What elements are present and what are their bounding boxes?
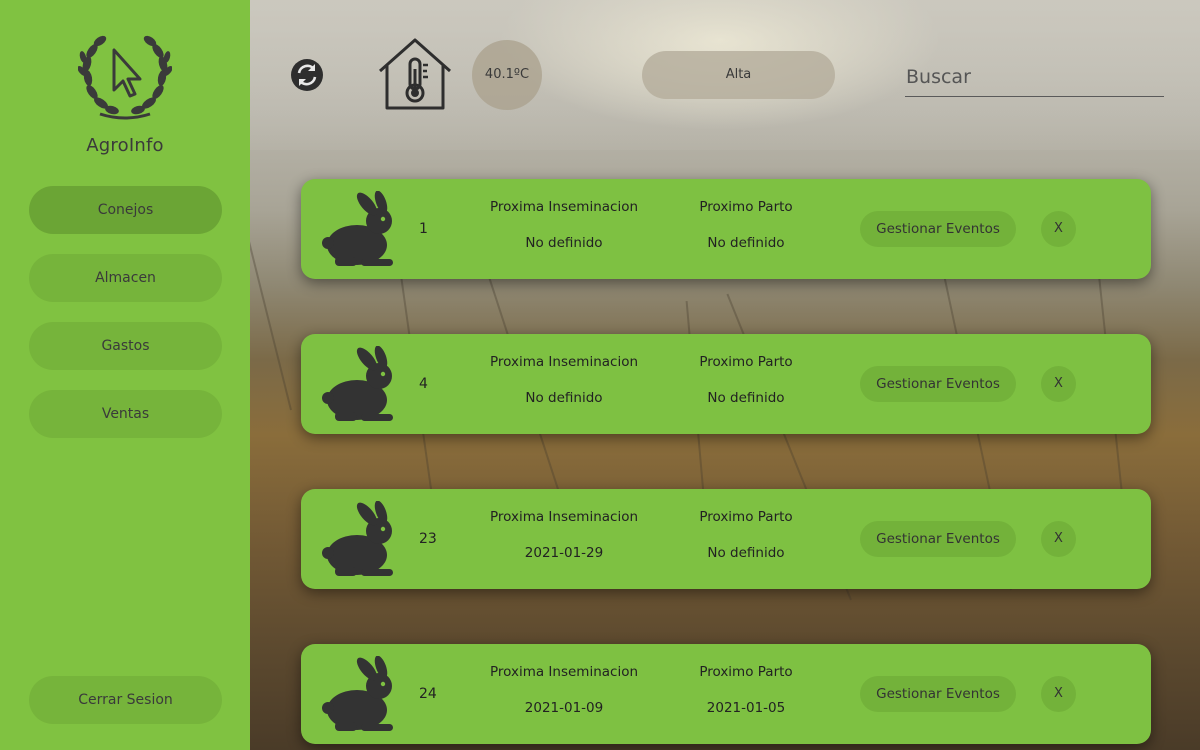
insemination-value: 2021-01-29 [524,545,604,561]
rabbit-id: 1 [419,221,428,237]
delete-button[interactable]: X [1041,211,1076,247]
rabbit-icon [322,501,393,576]
insemination-header: Proxima Inseminacion [489,664,639,680]
manage-events-button[interactable]: Gestionar Eventos [860,366,1016,402]
logout-button[interactable]: Cerrar Sesion [29,676,222,724]
rabbit-card: 24 Proxima Inseminacion 2021-01-09 Proxi… [301,644,1151,744]
rabbit-card: 4 Proxima Inseminacion No definido Proxi… [301,334,1151,434]
laurel-cursor-icon [78,35,172,120]
sidebar-item-gastos[interactable]: Gastos [29,322,222,370]
level-indicator[interactable]: Alta [642,51,835,99]
birth-header: Proximo Parto [699,354,793,370]
sidebar-item-almacen[interactable]: Almacen [29,254,222,302]
rabbit-id: 24 [419,686,437,702]
insemination-header: Proxima Inseminacion [489,199,639,215]
insemination-value: No definido [525,235,603,251]
manage-events-button[interactable]: Gestionar Eventos [860,211,1016,247]
birth-value: No definido [707,545,785,561]
birth-header: Proximo Parto [699,664,793,680]
rabbit-icon [322,656,393,731]
sidebar-item-conejos[interactable]: Conejos [29,186,222,234]
sidebar: AgroInfo Conejos Almacen Gastos Ventas C… [0,0,250,750]
rabbit-id: 4 [419,376,428,392]
rabbit-id: 23 [419,531,437,547]
wheat-stalk [250,157,292,411]
house-thermometer-icon [379,38,451,110]
rabbit-card: 23 Proxima Inseminacion 2021-01-29 Proxi… [301,489,1151,589]
birth-value: No definido [707,390,785,406]
insemination-header: Proxima Inseminacion [489,354,639,370]
rabbit-icon [322,346,393,421]
birth-header: Proximo Parto [699,509,793,525]
birth-value: No definido [707,235,785,251]
sidebar-item-ventas[interactable]: Ventas [29,390,222,438]
insemination-header: Proxima Inseminacion [489,509,639,525]
refresh-icon[interactable] [290,58,324,92]
search-input[interactable] [905,58,1164,97]
insemination-value: No definido [525,390,603,406]
temperature-readout: 40.1ºC [472,40,542,110]
delete-button[interactable]: X [1041,521,1076,557]
insemination-value: 2021-01-09 [524,700,604,716]
app-name: AgroInfo [86,135,164,156]
rabbit-card: 1 Proxima Inseminacion No definido Proxi… [301,179,1151,279]
manage-events-button[interactable]: Gestionar Eventos [860,676,1016,712]
birth-value: 2021-01-05 [706,700,786,716]
rabbit-icon [322,191,393,266]
manage-events-button[interactable]: Gestionar Eventos [860,521,1016,557]
delete-button[interactable]: X [1041,676,1076,712]
delete-button[interactable]: X [1041,366,1076,402]
birth-header: Proximo Parto [699,199,793,215]
